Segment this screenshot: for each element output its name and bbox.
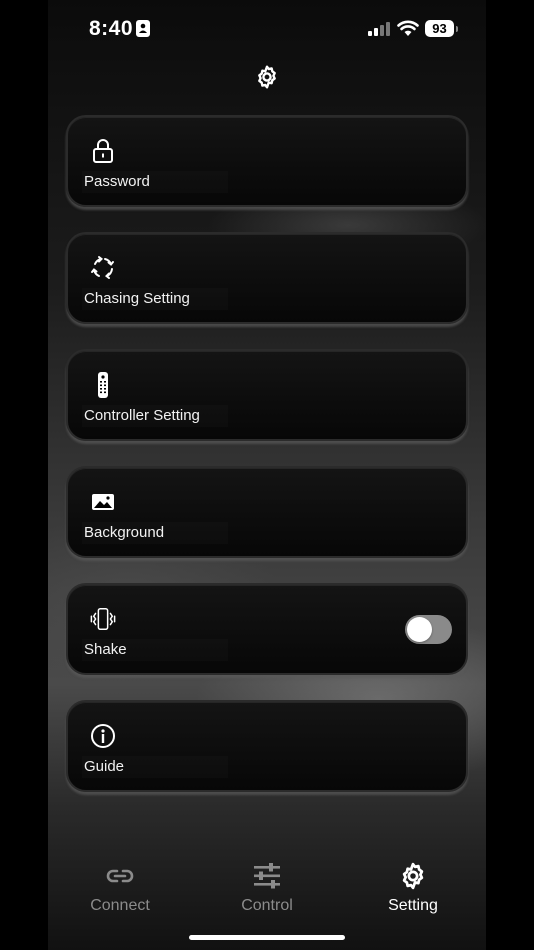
battery-tip [456, 26, 458, 32]
status-bar: 8:40 93 [48, 0, 486, 56]
info-icon [90, 722, 116, 750]
phone-vibrate-icon [90, 605, 116, 633]
menu-item-chasing-setting[interactable]: Chasing Setting [66, 232, 468, 324]
menu-item-label: Shake [84, 641, 127, 658]
sliders-icon [252, 861, 282, 891]
menu-item-shake[interactable]: Shake [66, 583, 468, 675]
menu-item-guide[interactable]: Guide [66, 700, 468, 792]
tab-bar: Connect Control Setting [48, 855, 486, 925]
shake-toggle[interactable] [405, 615, 452, 644]
chase-arrows-icon [90, 254, 116, 282]
tab-control[interactable]: Control [207, 855, 327, 925]
header-gear-icon [258, 65, 276, 89]
image-icon [90, 488, 116, 516]
battery-level: 93 [425, 20, 454, 37]
home-indicator[interactable] [189, 935, 345, 940]
tab-label: Connect [90, 897, 150, 914]
lock-icon [90, 137, 116, 165]
menu-item-label: Chasing Setting [84, 290, 190, 307]
tab-label: Setting [388, 897, 438, 914]
menu-item-label: Background [84, 524, 165, 541]
gear-icon [398, 861, 428, 891]
toggle-knob [407, 617, 432, 642]
tab-connect[interactable]: Connect [60, 855, 180, 925]
menu-item-password[interactable]: Password [66, 115, 468, 207]
remote-control-icon [90, 371, 116, 399]
menu-item-label: Guide [84, 758, 125, 775]
status-time: 8:40 [89, 17, 134, 40]
menu-item-background[interactable]: Background [66, 466, 468, 558]
menu-item-label: Password [84, 173, 150, 190]
app-screen: 8:40 93 Password Chasing Setting Control… [48, 0, 486, 950]
menu-item-controller-setting[interactable]: Controller Setting [66, 349, 468, 441]
menu-item-label: Controller Setting [84, 407, 200, 424]
link-icon [105, 861, 135, 891]
focus-person-icon [136, 20, 150, 37]
cellular-signal-icon [368, 22, 392, 36]
tab-label: Control [241, 897, 293, 914]
tab-setting[interactable]: Setting [353, 855, 473, 925]
wifi-icon [397, 20, 419, 36]
